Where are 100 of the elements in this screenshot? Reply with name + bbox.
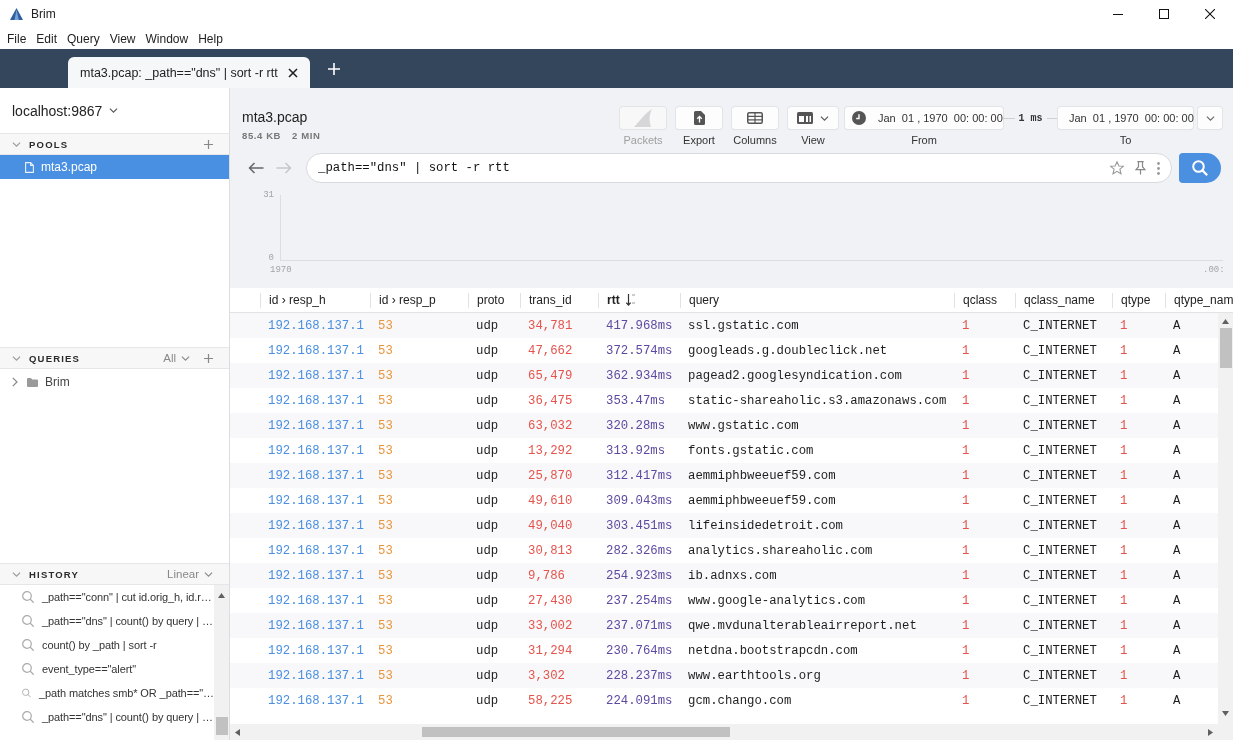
to-date-picker[interactable]: Jan 01 , 1970 00: 00: 00 (1058, 107, 1193, 129)
add-button[interactable] (204, 139, 213, 149)
table-cell: 1 (962, 343, 970, 358)
pool-name: mta3.pcap (242, 109, 309, 125)
scrollbar[interactable] (214, 585, 229, 740)
table-cell: 3,302 (528, 668, 565, 683)
column-header[interactable]: id › resp_p (370, 292, 468, 308)
table-cell: 1 (962, 393, 970, 408)
tab-close-button[interactable] (288, 67, 298, 78)
pin-icon (1135, 161, 1146, 175)
history-item[interactable]: _path=="dns" | count() by query | … (0, 705, 214, 729)
table-cell: udp (476, 643, 499, 658)
date-menu-button[interactable] (1198, 107, 1222, 129)
table-cell: 53 (378, 618, 393, 633)
menu-item[interactable]: Help (193, 31, 228, 46)
table-cell: 313.92ms (606, 443, 666, 458)
table-cell: A (1173, 368, 1181, 383)
scrollbar[interactable] (230, 724, 1233, 740)
table-cell: 27,430 (528, 593, 573, 608)
search-button[interactable] (1179, 153, 1221, 183)
history-item[interactable]: event_type=="alert" (0, 657, 214, 681)
table-cell: 192.168.137.1 (268, 693, 364, 708)
favorite-button[interactable] (1110, 161, 1124, 175)
table-cell: 36,475 (528, 393, 573, 408)
back-button[interactable] (248, 162, 264, 174)
scrollbar-thumb[interactable] (215, 717, 228, 735)
table-cell: 312.417ms (606, 468, 673, 483)
search-field[interactable]: _path=="dns" | sort -r rtt (306, 153, 1172, 183)
table-cell: 192.168.137.1 (268, 418, 364, 433)
column-header[interactable]: proto (468, 292, 520, 308)
table-cell: udp (476, 568, 499, 583)
history-item[interactable]: count() by _path | sort -r (0, 633, 214, 657)
history-item[interactable]: _path=="conn" | cut id.orig_h, id.r… (0, 585, 214, 609)
chevron-down-icon (12, 355, 21, 361)
table-cell: C_INTERNET (1023, 393, 1097, 408)
table-cell: 53 (378, 568, 393, 583)
tool-label: View (801, 134, 825, 147)
table-cell: 1 (1120, 593, 1128, 608)
new-tab-button[interactable] (328, 62, 340, 75)
column-header[interactable]: rtt (598, 292, 680, 308)
export-icon (693, 111, 705, 125)
export-button[interactable] (676, 107, 722, 129)
column-header[interactable]: qclass (954, 292, 1015, 308)
table-cell: udp (476, 518, 499, 533)
host-selector[interactable]: localhost:9867 (0, 88, 119, 133)
menu-item[interactable]: Query (62, 31, 105, 46)
table-cell: A (1173, 493, 1181, 508)
table-cell: 1 (1120, 393, 1128, 408)
column-header[interactable]: qtype_nam (1165, 292, 1233, 308)
column-header[interactable]: id › resp_h (260, 292, 370, 308)
table-cell: 1 (1120, 318, 1128, 333)
table-cell: 53 (378, 418, 393, 433)
table-cell: 192.168.137.1 (268, 343, 364, 358)
table-icon (747, 112, 763, 124)
from-date-picker[interactable]: Jan 01 , 1970 00: 00: 00 (845, 107, 1003, 129)
column-header[interactable]: query (680, 292, 954, 308)
chevron-down-icon (181, 355, 190, 361)
tool-label: Packets (623, 134, 663, 147)
view-button[interactable] (788, 107, 838, 129)
table-cell: 1 (962, 643, 970, 658)
scrollbar-thumb[interactable] (422, 727, 730, 737)
tab[interactable]: mta3.pcap: _path=="dns" | sort -r rtt (68, 57, 310, 88)
menu-item[interactable]: File (2, 31, 32, 46)
columns-button[interactable] (732, 107, 778, 129)
table-cell: 53 (378, 468, 393, 483)
table-cell: 254.923ms (606, 568, 673, 583)
table-cell: A (1173, 568, 1181, 583)
pool-duration: 2 MIN (292, 130, 321, 142)
table-cell: 1 (1120, 343, 1128, 358)
table-cell: 53 (378, 593, 393, 608)
caret-icon (820, 115, 829, 121)
query-folder[interactable]: Brim (0, 370, 229, 394)
table-cell: udp (476, 318, 499, 333)
table-cell: 1 (962, 418, 970, 433)
table-cell: 1 (1120, 693, 1128, 708)
menu-item[interactable]: Edit (31, 31, 63, 46)
column-header[interactable]: qclass_name (1015, 292, 1112, 308)
table-cell: 192.168.137.1 (268, 368, 364, 383)
table-cell: googleads.g.doubleclick.net (688, 343, 888, 358)
table-cell: 192.168.137.1 (268, 468, 364, 483)
menu-item[interactable]: Window (140, 31, 194, 46)
history-item[interactable]: _path=="dns" | count() by query | … (0, 609, 214, 633)
column-header[interactable]: trans_id (520, 292, 598, 308)
table-cell: www.earthtools.org (688, 668, 821, 683)
table-cell: 1 (1120, 568, 1128, 583)
forward-arrow-icon (276, 162, 292, 174)
pin-button[interactable] (1135, 161, 1146, 175)
menu-item[interactable]: View (104, 31, 141, 46)
table-cell: pagead2.googlesyndication.com (688, 368, 902, 383)
scrollbar-thumb[interactable] (1219, 328, 1232, 368)
history-item[interactable]: _path matches smb* OR _path=="… (0, 681, 214, 705)
more-button[interactable] (1157, 161, 1160, 175)
table-cell: gcm.chango.com (688, 693, 792, 708)
add-button[interactable] (204, 353, 213, 363)
column-header[interactable]: qtype (1112, 292, 1165, 308)
tool-label: Export (683, 134, 715, 147)
table-cell: udp (476, 343, 499, 358)
scrollbar[interactable] (1218, 313, 1233, 724)
table-cell: static-shareaholic.s3.amazonaws.com (688, 393, 947, 408)
axis-label: 31 (263, 190, 274, 200)
